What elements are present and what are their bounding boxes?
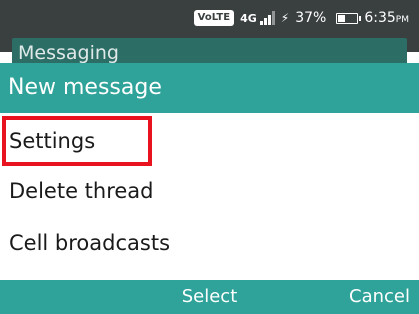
status-bar: Messaging VoLTE 4G ⚡ 37% 6:35PM	[0, 0, 419, 68]
softkey-bar: Select Cancel	[0, 280, 419, 314]
clock-ampm: PM	[395, 15, 409, 25]
clock: 6:35PM	[364, 10, 409, 26]
selection-highlight	[2, 116, 152, 166]
network-label: 4G	[240, 12, 257, 25]
cancel-softkey[interactable]: Cancel	[349, 280, 410, 314]
charging-bolt-icon: ⚡	[280, 11, 290, 25]
network-type: 4G	[240, 11, 275, 25]
menu-item-delete-thread[interactable]: Delete thread	[0, 165, 419, 217]
status-icons: VoLTE 4G ⚡ 37% 6:35PM	[193, 7, 409, 29]
menu-item-cell-broadcasts[interactable]: Cell broadcasts	[0, 217, 419, 269]
battery-icon	[336, 12, 362, 24]
options-menu: Settings Delete thread Cell broadcasts	[0, 113, 419, 280]
signal-strength-icon	[259, 11, 275, 25]
menu-title: New message	[0, 63, 419, 113]
volte-badge: VoLTE	[193, 10, 235, 26]
clock-time: 6:35	[364, 10, 396, 26]
battery-percent: 37%	[295, 10, 327, 26]
battery-fill	[338, 14, 345, 22]
